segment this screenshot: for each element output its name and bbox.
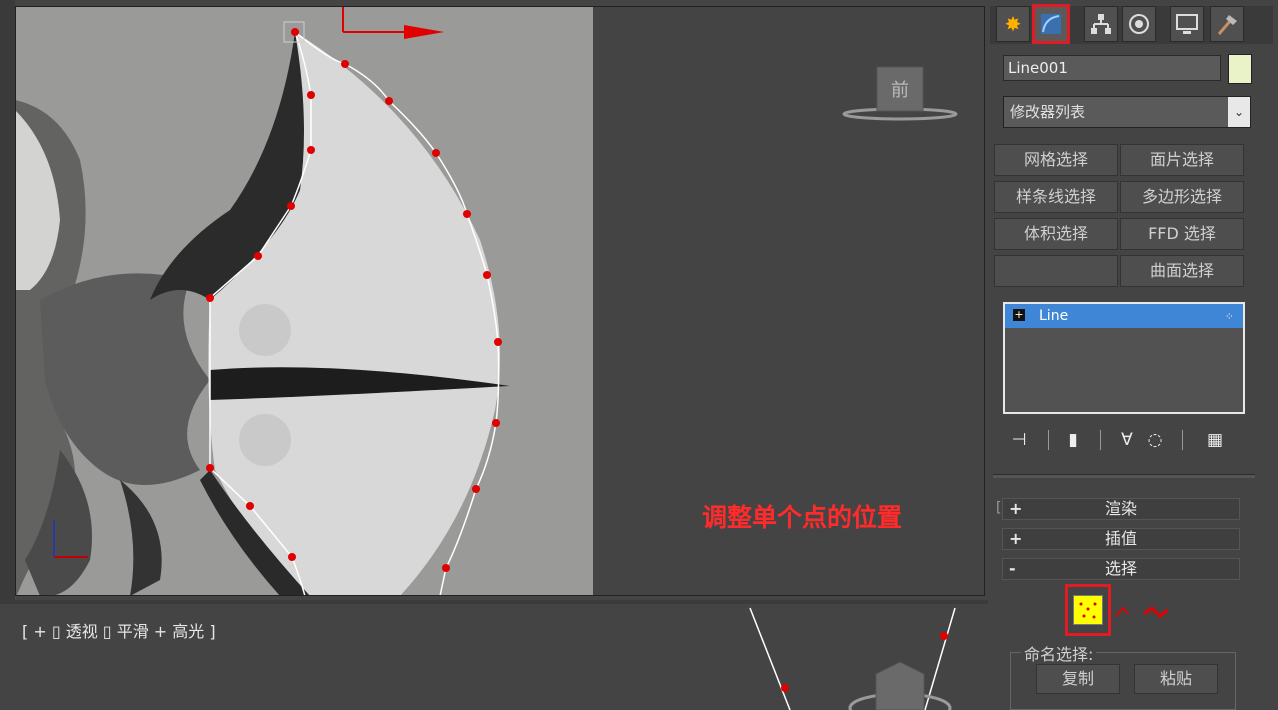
command-panel-tabs: ✸ (990, 4, 1273, 44)
patch-select-button[interactable]: 面片选择 (1120, 144, 1244, 176)
rollout-title: 渲染 (1104, 499, 1137, 518)
chevron-down-icon[interactable]: ⌄ (1228, 97, 1250, 127)
hierarchy-icon (1091, 14, 1111, 34)
spline-segment[interactable] (749, 607, 791, 710)
object-color-swatch[interactable] (1228, 54, 1252, 84)
mesh-select-button[interactable]: 网格选择 (994, 144, 1118, 176)
pin-stack-icon[interactable]: ⊣ (1006, 428, 1032, 452)
make-unique-icon[interactable]: ∀ (1114, 428, 1140, 452)
utilities-icon (1217, 15, 1237, 35)
modify-tab[interactable] (1032, 4, 1070, 44)
create-tab[interactable]: ✸ (996, 6, 1030, 42)
utilities-tab[interactable] (1210, 6, 1244, 42)
surface-select-button[interactable]: 曲面选择 (1120, 255, 1244, 287)
rollout-interpolation[interactable]: + 插值 (1002, 528, 1240, 550)
motion-icon (1129, 14, 1149, 34)
modifier-list-label: 修改器列表 (1010, 103, 1086, 121)
object-name-field[interactable]: Line001 (1003, 55, 1221, 81)
bottom-viewport[interactable]: [ + ▯ 透视 ▯ 平滑 + 高光 ] (0, 604, 988, 710)
vertex-subobject-button[interactable] (1065, 584, 1111, 636)
hierarchy-tab[interactable] (1084, 6, 1118, 42)
stack-item-line[interactable]: + Line ⁘ (1005, 304, 1243, 328)
annotation-text: 调整单个点的位置 (702, 503, 903, 532)
modifier-stack[interactable]: + Line ⁘ (1003, 302, 1245, 414)
rollout-title: 插值 (1104, 529, 1137, 548)
show-end-result-icon[interactable]: ▮ (1060, 428, 1086, 452)
rollout-title: 选择 (1104, 559, 1137, 578)
create-icon: ✸ (1004, 12, 1022, 36)
command-panel: ✸ Line001 修改器列表 ⌄ 网格选择 面片选择 样条线选择 多边形选择 … (988, 0, 1278, 710)
spline-vertex[interactable] (781, 684, 789, 692)
display-tab[interactable] (1170, 6, 1204, 42)
modifier-list-dropdown[interactable]: 修改器列表 ⌄ (1003, 96, 1251, 128)
paste-button[interactable]: 粘贴 (1134, 664, 1218, 694)
spline-vertex[interactable] (940, 632, 948, 640)
named-selection-label: 命名选择: (1021, 641, 1097, 665)
spline-select-button[interactable]: 样条线选择 (994, 181, 1118, 213)
display-icon (1176, 14, 1198, 34)
rollout-rendering[interactable]: + 渲染 (1002, 498, 1240, 520)
segment-spline-icons[interactable] (1114, 602, 1174, 624)
vertex-sublevel-icon: ⁘ (1224, 310, 1235, 323)
remove-modifier-icon[interactable]: ◌ (1142, 428, 1168, 452)
configure-modifier-sets-icon[interactable]: ▦ (1202, 428, 1228, 452)
modify-icon (1041, 14, 1061, 34)
vertex-icon (1073, 595, 1103, 625)
empty-modifier-button[interactable] (994, 255, 1118, 287)
stack-item-label: Line (1039, 308, 1069, 324)
top-viewport[interactable]: 前 调整单个点的位置 (0, 0, 988, 600)
rollout-selection[interactable]: - 选择 (1002, 558, 1240, 580)
view-cube-icon[interactable] (848, 661, 952, 710)
expand-icon[interactable]: + (1013, 309, 1025, 321)
motion-tab[interactable] (1122, 6, 1156, 42)
copy-button[interactable]: 复制 (1036, 664, 1120, 694)
ffd-select-button[interactable]: FFD 选择 (1120, 218, 1244, 250)
volume-select-button[interactable]: 体积选择 (994, 218, 1118, 250)
spline-segment[interactable] (924, 607, 956, 710)
poly-select-button[interactable]: 多边形选择 (1120, 181, 1244, 213)
